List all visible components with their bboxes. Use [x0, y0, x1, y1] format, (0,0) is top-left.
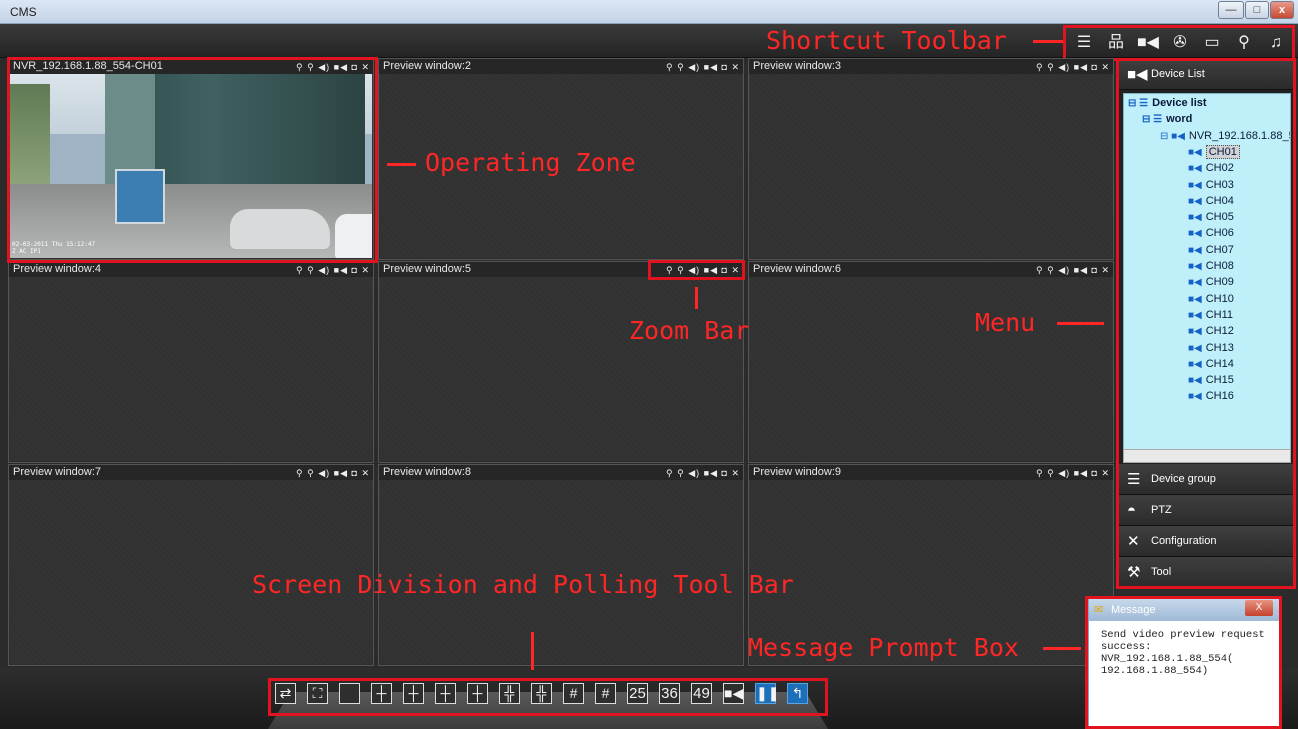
- annotation-screen-division: Screen Division and Polling Tool Bar: [252, 570, 794, 599]
- preview-window-title: Preview window:2 ⚲ ⚲ ◀) ■◀ ◘ ✕: [379, 59, 743, 74]
- video-area[interactable]: [750, 74, 1112, 258]
- annotation-line: [695, 287, 698, 309]
- preview-window-label: Preview window:2: [383, 60, 472, 72]
- preview-window-title: Preview window:8 ⚲ ⚲ ◀) ■◀ ◘ ✕: [379, 465, 743, 480]
- preview-window-title: Preview window:6 ⚲ ⚲ ◀) ■◀ ◘ ✕: [749, 262, 1113, 277]
- preview-window[interactable]: Preview window:7 ⚲ ⚲ ◀) ■◀ ◘ ✕: [8, 464, 374, 666]
- annotation-message-box: Message Prompt Box: [748, 633, 1019, 662]
- preview-window-label: Preview window:4: [13, 263, 102, 275]
- menu-highlight: [1116, 58, 1296, 589]
- annotation-line: [1043, 647, 1081, 650]
- video-area[interactable]: [10, 277, 372, 461]
- preview-window[interactable]: Preview window:8 ⚲ ⚲ ◀) ■◀ ◘ ✕: [378, 464, 744, 666]
- preview-window-title: Preview window:9 ⚲ ⚲ ◀) ■◀ ◘ ✕: [749, 465, 1113, 480]
- zoom-bar[interactable]: ⚲ ⚲ ◀) ■◀ ◘ ✕: [296, 466, 370, 479]
- preview-window-title: Preview window:4 ⚲ ⚲ ◀) ■◀ ◘ ✕: [9, 262, 373, 277]
- window-titlebar: CMS — □ x: [0, 0, 1298, 24]
- preview-window-label: Preview window:5: [383, 263, 472, 275]
- preview-window-label: Preview window:7: [13, 466, 102, 478]
- operating-zone-highlight: [7, 57, 378, 263]
- minimize-button[interactable]: —: [1218, 1, 1244, 19]
- preview-window-label: Preview window:3: [753, 60, 842, 72]
- zoom-bar[interactable]: ⚲ ⚲ ◀) ■◀ ◘ ✕: [666, 466, 740, 479]
- preview-window[interactable]: Preview window:6 ⚲ ⚲ ◀) ■◀ ◘ ✕: [748, 261, 1114, 463]
- preview-window-label: Preview window:9: [753, 466, 842, 478]
- zoom-bar[interactable]: ⚲ ⚲ ◀) ■◀ ◘ ✕: [1036, 60, 1110, 73]
- maximize-button[interactable]: □: [1245, 1, 1269, 19]
- zoom-bar[interactable]: ⚲ ⚲ ◀) ■◀ ◘ ✕: [666, 60, 740, 73]
- preview-window-label: Preview window:6: [753, 263, 842, 275]
- preview-window[interactable]: Preview window:5 ⚲ ⚲ ◀) ■◀ ◘ ✕: [378, 261, 744, 463]
- annotation-line: [1057, 322, 1104, 325]
- zoom-bar[interactable]: ⚲ ⚲ ◀) ■◀ ◘ ✕: [1036, 263, 1110, 276]
- zoom-bar-highlight: [648, 260, 745, 280]
- annotation-menu: Menu: [975, 308, 1036, 337]
- shortcut-toolbar-highlight: [1063, 25, 1295, 61]
- zoom-bar[interactable]: ⚲ ⚲ ◀) ■◀ ◘ ✕: [1036, 466, 1110, 479]
- zoom-bar[interactable]: ⚲ ⚲ ◀) ■◀ ◘ ✕: [296, 263, 370, 276]
- preview-window-label: Preview window:8: [383, 466, 472, 478]
- annotation-operating-zone: Operating Zone: [425, 148, 636, 177]
- annotation-line: [531, 632, 534, 670]
- window-title: CMS: [10, 5, 37, 19]
- close-button[interactable]: x: [1270, 1, 1294, 19]
- annotation-shortcut-toolbar: Shortcut Toolbar: [766, 26, 1007, 55]
- annotation-line: [387, 163, 416, 166]
- preview-window[interactable]: Preview window:3 ⚲ ⚲ ◀) ■◀ ◘ ✕: [748, 58, 1114, 260]
- annotation-line: [1033, 40, 1063, 43]
- video-area[interactable]: [380, 277, 742, 461]
- message-box-highlight: [1085, 596, 1282, 729]
- annotation-zoom-bar: Zoom Bar: [629, 316, 750, 345]
- preview-window[interactable]: Preview window:4 ⚲ ⚲ ◀) ■◀ ◘ ✕: [8, 261, 374, 463]
- preview-window-title: Preview window:7 ⚲ ⚲ ◀) ■◀ ◘ ✕: [9, 465, 373, 480]
- screen-toolbar-highlight: [268, 678, 828, 716]
- video-area[interactable]: [750, 277, 1112, 461]
- preview-window-title: Preview window:3 ⚲ ⚲ ◀) ■◀ ◘ ✕: [749, 59, 1113, 74]
